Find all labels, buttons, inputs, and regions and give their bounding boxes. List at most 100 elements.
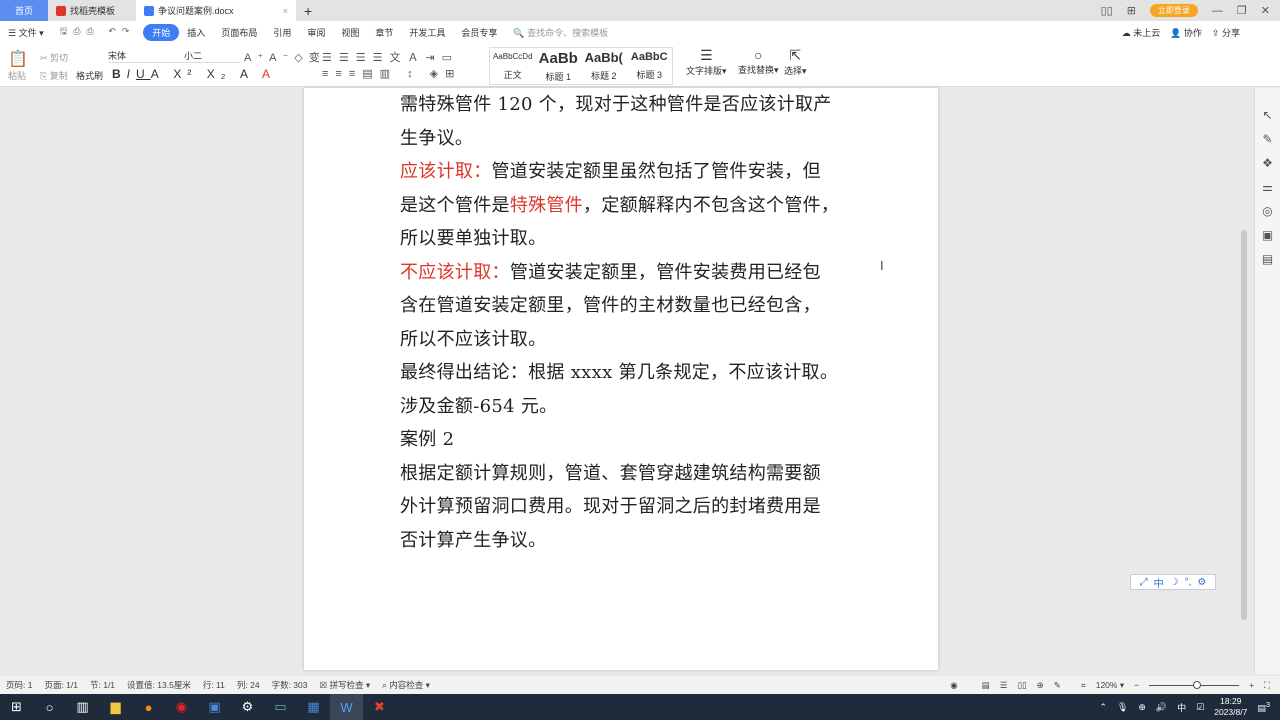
setting-value: 设置值: 13.5厘米 — [127, 680, 191, 690]
font-format-buttons[interactable]: BIUA X² X₂ A A — [112, 67, 276, 81]
tab-document[interactable]: 争议问题案例.docx × — [136, 0, 296, 21]
document-icon[interactable]: ▤ — [1255, 252, 1280, 276]
app-icon[interactable]: ▣ — [198, 694, 231, 720]
menu-member[interactable]: 会员专享 — [453, 26, 505, 39]
text-run: 不应该计取： — [400, 261, 510, 283]
menu-devtools[interactable]: 开发工具 — [401, 26, 453, 39]
text-run: 最终得出结论：根据 xxxx 第几条规定，不应该计取。 — [400, 362, 839, 383]
recorder-icon[interactable]: ◉ — [165, 694, 198, 720]
document-line: 需特殊管件 120 个，现对于这种管件是否应该计取产 — [400, 88, 839, 122]
document-line: 所以不应该计取。 — [400, 323, 839, 357]
network-icon[interactable]: ⊕ — [1138, 702, 1146, 713]
content-check-button[interactable]: ⌕ 内容检查 ▾ — [382, 679, 430, 691]
remote-desktop-icon[interactable]: ▭ — [264, 694, 297, 720]
volume-icon[interactable]: 🔊 — [1156, 702, 1167, 713]
firefox-icon[interactable]: ● — [132, 694, 165, 720]
preview-app-icon[interactable]: ▦ — [297, 694, 330, 720]
document-line: 生争议。 — [400, 122, 839, 156]
menu-home[interactable]: 开始 — [143, 23, 180, 41]
search-icon[interactable]: ○ — [33, 694, 66, 720]
zoom-in-button[interactable]: + — [1249, 680, 1254, 690]
collab-button[interactable]: 👤 协作 — [1170, 26, 1202, 39]
align-buttons[interactable]: ≡≡≡▤▥ ↕ ◈⊞ — [322, 67, 461, 80]
login-button[interactable]: 立即登录 — [1149, 4, 1198, 17]
command-search[interactable]: 🔍 查找命令、搜索模板 — [505, 26, 616, 39]
zoom-level[interactable]: 120% ▾ — [1096, 680, 1124, 691]
style-icon[interactable]: ❖ — [1255, 156, 1280, 180]
menu-file[interactable]: ☰ 文件 ▾ — [0, 26, 52, 39]
fit-icon[interactable]: ⌗ — [1081, 680, 1086, 691]
task-view-icon[interactable]: ▥ — [66, 694, 99, 720]
read-view-icon[interactable]: ▯▯ — [1017, 680, 1026, 691]
tab-templates[interactable]: 找稻壳模板 — [48, 0, 136, 21]
fullscreen-icon[interactable]: ⛶ — [1264, 680, 1270, 691]
paste-icon[interactable]: 📋 — [8, 49, 28, 69]
notification-icon[interactable]: ▤3 — [1257, 700, 1270, 714]
paragraph-buttons[interactable]: ☰☰☰☰文Ａ⇥▭ — [322, 49, 459, 65]
restore-button[interactable]: ❐ — [1237, 4, 1247, 17]
close-button[interactable]: ✕ — [1261, 4, 1270, 17]
word-count[interactable]: 字数: 303 — [272, 679, 308, 691]
share-button[interactable]: ⇪ 分享 — [1212, 26, 1240, 39]
web-view-icon[interactable]: ⊕ — [1037, 680, 1044, 691]
outline-view-icon[interactable]: ☰ — [1000, 680, 1008, 691]
style-heading3[interactable]: AaBbC 标题 3 — [627, 48, 673, 84]
document-line: 案例 2 — [400, 423, 839, 457]
style-heading1[interactable]: AaBb 标题 1 — [536, 48, 582, 84]
edit-icon[interactable]: ✎ — [1255, 132, 1280, 156]
menu-references[interactable]: 引用 — [265, 26, 299, 39]
status-bar: 页码: 1 页面: 1/1 节: 1/1 设置值: 13.5厘米 行: 11 列… — [0, 676, 1280, 694]
find-replace-button[interactable]: ○ 查找替换▾ — [738, 47, 779, 76]
layout-icon[interactable]: ▯▯ — [1101, 4, 1113, 17]
tray-expand-icon[interactable]: ⌃ — [1099, 702, 1107, 713]
eye-protection-icon[interactable]: ◉ — [950, 680, 957, 691]
text-layout-button[interactable]: ☰ 文字排版▾ — [686, 47, 727, 77]
menu-view[interactable]: 视图 — [333, 26, 367, 39]
image-icon[interactable]: ▣ — [1255, 228, 1280, 252]
font-select[interactable]: 宋体 小二 — [108, 49, 240, 63]
page-view-icon[interactable]: ▤ — [982, 680, 990, 691]
settings-sliders-icon[interactable]: ⚌ — [1255, 180, 1280, 204]
spell-check-button[interactable]: ☒ 拼写检查 ▾ — [319, 679, 370, 691]
text-run: 管道安装定额里，管件安装费用已经包 — [509, 261, 821, 283]
copy-button[interactable]: ⎘ 复制 — [40, 69, 68, 82]
wps-writer-icon[interactable]: W — [330, 694, 363, 720]
select-tool-icon[interactable]: ↖ — [1255, 108, 1280, 132]
microphone-icon[interactable]: 🎙 — [1117, 702, 1128, 713]
tray-ime[interactable]: 中 — [1177, 701, 1186, 714]
zoom-slider[interactable] — [1149, 680, 1240, 689]
quick-access-icons[interactable]: 🖫⎙⎙ ↶↷ — [52, 24, 144, 40]
select-button[interactable]: ⇱ 选择▾ — [784, 47, 807, 77]
location-icon[interactable]: ◎ — [1255, 204, 1280, 228]
tab-home[interactable]: 首页 — [0, 0, 48, 21]
pen-icon[interactable]: ✎ — [1054, 680, 1061, 691]
start-icon[interactable]: ⊞ — [0, 694, 33, 720]
tab-label: 找稻壳模板 — [70, 6, 116, 16]
menu-insert[interactable]: 插入 — [179, 26, 213, 39]
cloud-button[interactable]: ☁ 未上云 — [1122, 26, 1161, 39]
apps-grid-icon[interactable]: ⊞ — [1127, 4, 1136, 17]
clock[interactable]: 18:29 2023/8/7 — [1214, 696, 1247, 718]
settings-icon[interactable]: ⚙ — [231, 694, 264, 720]
text-run: 是这个管件是 — [400, 194, 510, 216]
wps-office-icon[interactable]: ✖ — [363, 694, 396, 720]
zoom-out-button[interactable]: − — [1134, 680, 1139, 690]
scrollbar[interactable] — [1241, 230, 1247, 620]
file-explorer-icon[interactable]: ▆ — [99, 694, 132, 720]
paste-button[interactable]: 粘贴 — [8, 69, 26, 82]
cut-button[interactable]: ✂ 剪切 — [40, 51, 68, 64]
menu-review[interactable]: 审阅 — [299, 26, 333, 39]
document-body[interactable]: 需特殊管件 120 个，现对于这种管件是否应该计取产 生争议。 应该计取：管道安装定… — [400, 88, 839, 557]
minimize-button[interactable]: — — [1212, 5, 1223, 17]
checkbox-tray-icon[interactable]: ☑ — [1196, 702, 1204, 713]
style-heading2[interactable]: AaBb(标题 2 — [581, 48, 627, 84]
ime-toolbar[interactable]: ⤢ 中 ☽ °, ⚙ — [1130, 574, 1216, 590]
format-painter-button[interactable]: 格式刷 — [76, 69, 103, 82]
new-tab-button[interactable]: + — [296, 0, 320, 21]
close-tab-icon[interactable]: × — [283, 6, 288, 16]
style-normal[interactable]: AaBbCcDd 正文 — [490, 48, 536, 84]
menu-chapter[interactable]: 章节 — [367, 26, 401, 39]
menu-layout[interactable]: 页面布局 — [213, 26, 265, 39]
column: 列: 24 — [236, 680, 260, 690]
font-size-buttons[interactable]: A⁺A⁻◇变 — [244, 49, 326, 65]
